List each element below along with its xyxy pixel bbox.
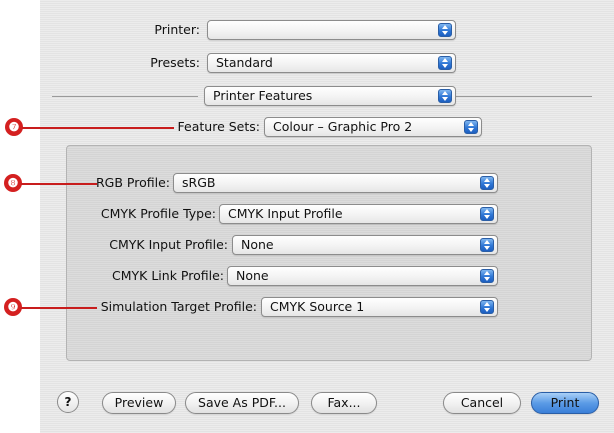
pane-popup-value: Printer Features [213, 88, 313, 103]
simulation-target-popup-value: CMYK Source 1 [270, 299, 365, 314]
cmyk-profile-type-popup[interactable]: CMYK Input Profile [219, 204, 498, 224]
popup-arrows-icon [464, 120, 478, 134]
cmyk-profile-type-label: CMYK Profile Type: [100, 206, 216, 221]
cancel-button[interactable]: Cancel [443, 392, 521, 414]
callout-7: ❼ [5, 118, 23, 136]
help-button[interactable]: ? [57, 391, 79, 413]
popup-arrows-icon [480, 176, 494, 190]
feature-sets-label: Feature Sets: [177, 119, 260, 134]
cmyk-input-profile-popup[interactable]: None [232, 235, 498, 255]
popup-arrows-icon [438, 56, 452, 70]
preview-button[interactable]: Preview [102, 392, 176, 414]
popup-arrows-icon [438, 23, 452, 37]
simulation-target-popup[interactable]: CMYK Source 1 [261, 297, 498, 317]
feature-sets-popup[interactable]: Colour – Graphic Pro 2 [264, 117, 482, 137]
print-button[interactable]: Print [531, 392, 599, 414]
popup-arrows-icon [480, 207, 494, 221]
cmyk-input-profile-popup-value: None [241, 237, 274, 252]
callout-9-line [21, 307, 97, 309]
popup-arrows-icon [438, 89, 452, 103]
presets-popup-value: Standard [216, 55, 273, 70]
separator-right [456, 96, 592, 97]
presets-label: Presets: [150, 55, 200, 70]
presets-popup[interactable]: Standard [207, 53, 456, 73]
popup-arrows-icon [480, 300, 494, 314]
separator-left [52, 96, 198, 97]
cmyk-input-profile-label: CMYK Input Profile: [109, 237, 228, 252]
fax-button[interactable]: Fax... [311, 392, 377, 414]
cmyk-link-profile-popup-value: None [236, 268, 269, 283]
callout-8: ❽ [4, 174, 22, 192]
rgb-profile-popup[interactable]: sRGB [173, 173, 498, 193]
printer-popup[interactable] [207, 20, 456, 40]
callout-7-line [22, 127, 174, 129]
save-as-pdf-button[interactable]: Save As PDF... [185, 392, 299, 414]
feature-sets-popup-value: Colour – Graphic Pro 2 [273, 119, 413, 134]
popup-arrows-icon [480, 238, 494, 252]
rgb-profile-popup-value: sRGB [182, 175, 216, 190]
pane-popup[interactable]: Printer Features [204, 86, 456, 106]
popup-arrows-icon [480, 269, 494, 283]
cmyk-link-profile-popup[interactable]: None [227, 266, 498, 286]
cmyk-profile-type-popup-value: CMYK Input Profile [228, 206, 343, 221]
simulation-target-label: Simulation Target Profile: [100, 299, 257, 314]
printer-label: Printer: [154, 22, 200, 37]
cmyk-link-profile-label: CMYK Link Profile: [112, 268, 224, 283]
rgb-profile-label: RGB Profile: [96, 175, 170, 190]
callout-9: ❾ [4, 298, 22, 316]
